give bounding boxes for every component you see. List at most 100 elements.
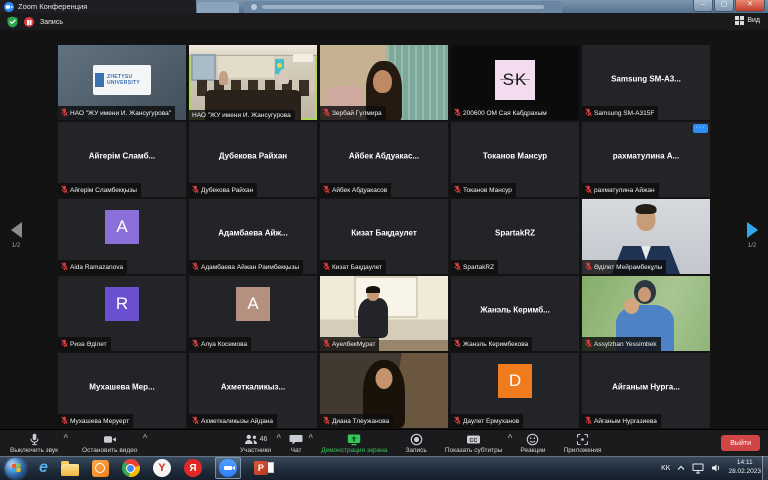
muted-mic-icon (61, 262, 68, 273)
page-indicator: 1/2 (5, 242, 27, 249)
muted-mic-icon (61, 416, 68, 427)
name-label: SpartakRZ (451, 260, 498, 274)
minimize-button[interactable]: – (693, 0, 713, 12)
mic-icon (28, 433, 41, 446)
muted-mic-icon (323, 185, 330, 196)
participant-tile[interactable]: RРиза Әділет (58, 276, 186, 351)
participant-tile[interactable]: Samsung SM-A3...Samsung SM-A315F (582, 45, 710, 120)
participant-tile[interactable]: Айбек Абдуакас...Айбек Абдуакасов (320, 122, 448, 197)
display-name: Токанов Мансур (451, 151, 579, 160)
participant-grid: ZHETYSU UNIVERSITYНАО "ЖУ имени И. Жансу… (58, 45, 710, 428)
participant-tile[interactable]: SK200600 ОМ Сая Кабдрахым (451, 45, 579, 120)
participant-tile[interactable]: Айгерім Сламб...Айгерім Сламбекқызы (58, 122, 186, 197)
previous-page-arrow-icon[interactable] (11, 222, 22, 238)
apps-button[interactable]: Приложения (564, 433, 602, 454)
avatar: A (236, 287, 270, 321)
participant-tile[interactable]: Токанов МансурТоканов Мансур (451, 122, 579, 197)
mute-button[interactable]: Выключить звук ^ (10, 433, 58, 454)
participant-name-text: 200600 ОМ Сая Кабдрахым (463, 110, 547, 117)
participant-tile[interactable]: Адамбаева Айж...Адамбаева Айжан Раимбекқ… (189, 199, 317, 274)
taskbar-start-button[interactable] (5, 457, 26, 479)
security-shield-icon[interactable] (7, 16, 18, 28)
muted-mic-icon (454, 108, 461, 119)
record-button[interactable]: Запись (405, 433, 426, 454)
taskbar-clock[interactable]: 14:11 28.02.2023 (728, 459, 761, 477)
display-icon[interactable] (692, 463, 704, 474)
show-desktop-button[interactable] (762, 456, 768, 480)
taskbar-media-player-button[interactable] (92, 457, 109, 479)
participant-tile[interactable]: Әділет Мейрамбекұлы (582, 199, 710, 274)
video-stage: ZHETYSU UNIVERSITYНАО "ЖУ имени И. Жансу… (0, 30, 768, 429)
show-hidden-icons-arrow[interactable] (677, 465, 685, 471)
name-label: Алуа Косемова (189, 337, 251, 351)
taskbar-internet-explorer-button[interactable]: e (39, 457, 48, 479)
browser-tab[interactable] (197, 2, 239, 13)
display-name: Адамбаева Айж... (189, 228, 317, 237)
participant-tile[interactable]: Айганым Нурга...Айганым Нургазиева (582, 353, 710, 428)
powerpoint-icon: P (254, 461, 274, 476)
avatar: D (498, 364, 532, 398)
name-label: Assylzhan Yessimbek (582, 337, 661, 351)
taskbar-zoom-button[interactable] (215, 457, 241, 479)
zoom-app-icon (219, 459, 237, 477)
system-tray: KK 14:11 28.02.2023 (661, 456, 761, 480)
participant-tile[interactable]: НАО "ЖУ имени И. Жансугурова (189, 45, 317, 120)
participant-name-text: Assylzhan Yessimbek (594, 341, 657, 348)
participant-tile[interactable]: Assylzhan Yessimbek (582, 276, 710, 351)
leave-meeting-button[interactable]: Выйти (721, 435, 760, 451)
chevron-up-icon[interactable]: ^ (508, 433, 513, 442)
participant-tile[interactable]: SpartakRZSpartakRZ (451, 199, 579, 274)
tile-options-button[interactable]: ··· (693, 124, 708, 133)
display-name: Кизат Бақдаулет (320, 228, 448, 237)
participant-tile[interactable]: ZHETYSU UNIVERSITYНАО "ЖУ имени И. Жансу… (58, 45, 186, 120)
participant-tile[interactable]: Ахметкаликыз...Ахметкаликызы Айдана (189, 353, 317, 428)
participant-tile[interactable]: АуелбекМұрат (320, 276, 448, 351)
participant-tile[interactable]: Мухашева Мер...Мухашева Меруерт (58, 353, 186, 428)
chevron-up-icon[interactable]: ^ (276, 433, 281, 442)
participant-tile[interactable]: Дубекова РайханДубекова Райхан (189, 122, 317, 197)
stop-video-button[interactable]: Остановить видео ^ (82, 433, 137, 454)
participant-name-text: Ахметкаликызы Айдана (201, 418, 273, 425)
participant-tile[interactable]: Зербай Гүлмира (320, 45, 448, 120)
view-button[interactable]: Вид (735, 16, 760, 25)
maximize-button[interactable]: ▢ (714, 0, 734, 12)
name-label: Дубекова Райхан (189, 183, 257, 197)
browser-tab-active[interactable] (244, 1, 562, 13)
name-label: Айбек Абдуакасов (320, 183, 391, 197)
participant-tile[interactable]: DДаулет Ермуханов (451, 353, 579, 428)
next-page-arrow-icon[interactable] (747, 222, 758, 238)
volume-icon[interactable] (711, 463, 721, 473)
taskbar-file-explorer-button[interactable] (61, 457, 79, 479)
participant-tile[interactable]: A Алуа Косемова (189, 276, 317, 351)
apps-label: Приложения (564, 447, 602, 454)
grid-view-icon (735, 16, 744, 25)
chevron-up-icon[interactable]: ^ (63, 433, 68, 442)
display-name: Жанэль Керимб... (451, 305, 579, 314)
close-button[interactable]: ✕ (735, 0, 765, 12)
name-label: АуелбекМұрат (320, 337, 379, 351)
participant-tile[interactable]: Диана Тлеужанова (320, 353, 448, 428)
taskbar-chrome-button[interactable] (122, 457, 140, 479)
participant-tile[interactable]: AAida Ramazanova (58, 199, 186, 274)
participant-tile[interactable]: Кизат БақдаулетКизат Бақдаулет (320, 199, 448, 274)
taskbar-powerpoint-button[interactable]: P (254, 457, 274, 479)
participant-tile[interactable]: Жанэль Керимб...Жанэль Керимбекова (451, 276, 579, 351)
clock-date: 28.02.2023 (728, 468, 761, 475)
muted-mic-icon (323, 416, 330, 427)
language-indicator[interactable]: KK (661, 465, 670, 472)
reactions-button[interactable]: Реакции (520, 433, 545, 454)
share-screen-button[interactable]: Демонстрация экрана (321, 433, 387, 454)
chevron-up-icon[interactable]: ^ (308, 433, 313, 442)
muted-mic-icon (585, 108, 592, 119)
participant-tile[interactable]: рахматулина А...···рахматулина Айжан (582, 122, 710, 197)
captions-button[interactable]: CC Показать субтитры ^ (445, 433, 503, 454)
media-player-icon (92, 460, 109, 477)
recording-indicator-icon[interactable] (24, 17, 34, 27)
taskbar-yandex-button[interactable]: Я (184, 457, 202, 479)
yandex-icon: Я (184, 459, 202, 477)
name-label: НАО "ЖУ имени И. Жансугурова (189, 110, 295, 120)
chevron-up-icon[interactable]: ^ (143, 433, 148, 442)
chat-button[interactable]: Чат ^ (289, 433, 303, 454)
participants-button[interactable]: 46 Участники ^ (240, 433, 271, 454)
taskbar-yandex-browser-button[interactable]: Y (153, 457, 171, 479)
